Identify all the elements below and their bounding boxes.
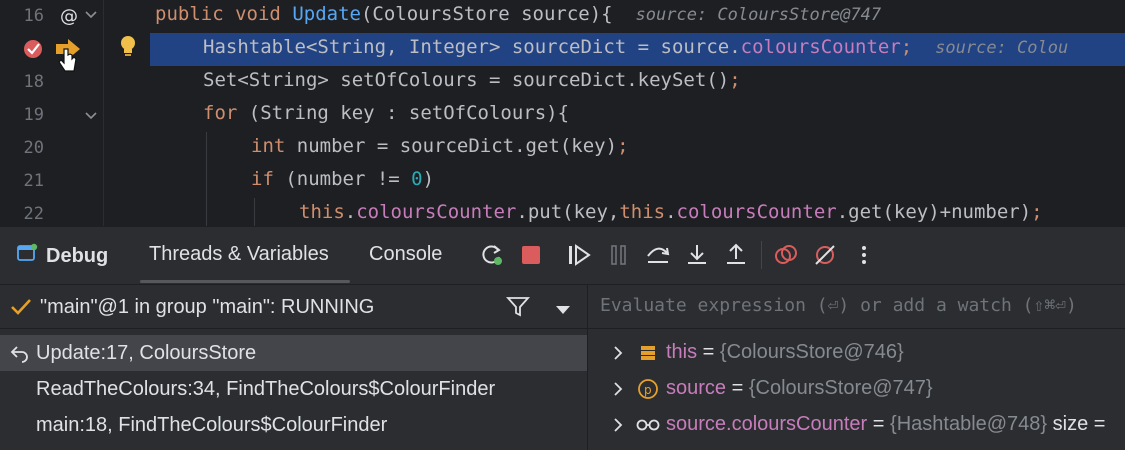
pause-icon[interactable] (605, 241, 633, 269)
indent-guide (206, 132, 207, 226)
variable-row[interactable]: this = {ColoursStore@746} (588, 335, 1125, 371)
rerun-icon[interactable] (478, 241, 506, 269)
at-annotation-icon[interactable]: @ (60, 4, 80, 33)
breakpoint-check-icon[interactable] (22, 38, 44, 65)
indent-guide (254, 198, 255, 226)
code-line[interactable]: 20 int number = sourceDict.get(key); (0, 132, 1125, 165)
line-number: 22 (23, 204, 44, 224)
thread-label: "main"@1 in group "main": RUNNING (40, 296, 375, 318)
active-tab-indicator (140, 280, 350, 283)
code-text: if (number != 0) (251, 168, 435, 190)
line-number: 19 (23, 105, 44, 125)
fold-chevron-icon[interactable] (84, 109, 98, 128)
variable-row[interactable]: source.coloursCounter = {Hashtable@748} … (588, 407, 1125, 443)
code-text: for (String key : setOfColours){ (203, 102, 570, 124)
variable-name: this (666, 341, 698, 363)
inline-value-hint: source: Colou (935, 38, 1069, 58)
expand-chevron-icon[interactable] (612, 379, 624, 404)
debug-toolbar: Debug Threads & Variables Console (0, 226, 1125, 284)
mute-breakpoints-icon[interactable] (811, 241, 839, 269)
frames-panel: "main"@1 in group "main": RUNNING Update… (0, 285, 587, 450)
intention-bulb-icon[interactable] (117, 34, 139, 65)
code-editor[interactable]: 16 @ public void Update(ColoursStore sou… (0, 0, 1125, 226)
variable-name: source.coloursCounter (666, 413, 868, 435)
expand-chevron-icon[interactable] (612, 415, 624, 440)
step-out-icon[interactable] (722, 241, 750, 269)
inline-value-hint: source: ColoursStore@747 (635, 5, 882, 25)
stack-frame[interactable]: main:18, FindTheColours$ColourFinder (0, 407, 587, 443)
check-icon (10, 297, 32, 322)
stack-frame-label: Update:17, ColoursStore (36, 342, 257, 364)
parameter-icon: p (636, 377, 660, 401)
svg-text:@: @ (60, 6, 78, 27)
dropdown-arrow-icon[interactable] (555, 302, 571, 320)
line-number: 20 (23, 138, 44, 158)
line-number: 18 (23, 72, 44, 92)
resume-icon[interactable] (566, 241, 594, 269)
code-text: Hashtable<String, Integer> sourceDict = … (203, 36, 1069, 58)
debug-icon (16, 242, 38, 270)
code-text: int number = sourceDict.get(key); (251, 135, 629, 157)
variable-size-label: size = (1047, 413, 1106, 435)
line-number: 16 (23, 6, 44, 26)
fold-chevron-icon[interactable] (84, 8, 98, 27)
step-into-icon[interactable] (683, 241, 711, 269)
line-number: 21 (23, 171, 44, 191)
toolbar-separator (761, 241, 762, 269)
code-line[interactable]: 19 for (String key : setOfColours){ (0, 99, 1125, 132)
watch-glasses-icon (636, 413, 660, 437)
code-text: Set<String> setOfColours = sourceDict.ke… (203, 69, 741, 91)
variables-panel: this = {ColoursStore@746} p source = {Co… (588, 285, 1125, 450)
code-line-current[interactable]: Hashtable<String, Integer> sourceDict = … (0, 33, 1125, 72)
code-line[interactable]: 18 Set<String> setOfColours = sourceDict… (0, 66, 1125, 99)
return-arrow-icon (10, 343, 30, 368)
stack-frame[interactable]: ReadTheColours:34, FindTheColours$Colour… (0, 371, 587, 407)
code-text: public void Update(ColoursStore source){… (155, 3, 882, 25)
code-text: this.coloursCounter.put(key,this.colours… (299, 201, 1043, 223)
variable-value: {ColoursStore@747} (748, 377, 933, 399)
debug-title: Debug (46, 244, 109, 267)
tab-threads-variables[interactable]: Threads & Variables (149, 243, 329, 266)
debug-tool-window-title[interactable]: Debug (16, 242, 108, 270)
stack-frame-label: main:18, FindTheColours$ColourFinder (36, 414, 388, 436)
evaluate-expression-bar (588, 285, 1125, 329)
variable-name: source (666, 377, 727, 399)
expand-chevron-icon[interactable] (612, 343, 624, 368)
step-over-icon[interactable] (644, 241, 672, 269)
variable-row[interactable]: p source = {ColoursStore@747} (588, 371, 1125, 407)
thread-selector[interactable]: "main"@1 in group "main": RUNNING (0, 285, 587, 329)
variable-value: {ColoursStore@746} (719, 341, 904, 363)
code-line[interactable]: 21 if (number != 0) (0, 165, 1125, 198)
stack-frame[interactable]: Update:17, ColoursStore (0, 335, 587, 371)
field-list-icon (636, 341, 660, 365)
stop-icon[interactable] (517, 241, 545, 269)
code-line[interactable]: 16 @ public void Update(ColoursStore sou… (0, 0, 1125, 33)
svg-text:p: p (644, 383, 652, 397)
view-breakpoints-icon[interactable] (772, 241, 800, 269)
stack-frame-label: ReadTheColours:34, FindTheColours$Colour… (36, 378, 496, 400)
evaluate-expression-input[interactable] (600, 295, 1125, 316)
more-icon[interactable] (850, 241, 878, 269)
filter-icon[interactable] (505, 296, 531, 323)
variable-value: {Hashtable@748} (890, 413, 1048, 435)
code-line[interactable]: 22 this.coloursCounter.put(key,this.colo… (0, 198, 1125, 226)
tab-console[interactable]: Console (369, 243, 442, 266)
